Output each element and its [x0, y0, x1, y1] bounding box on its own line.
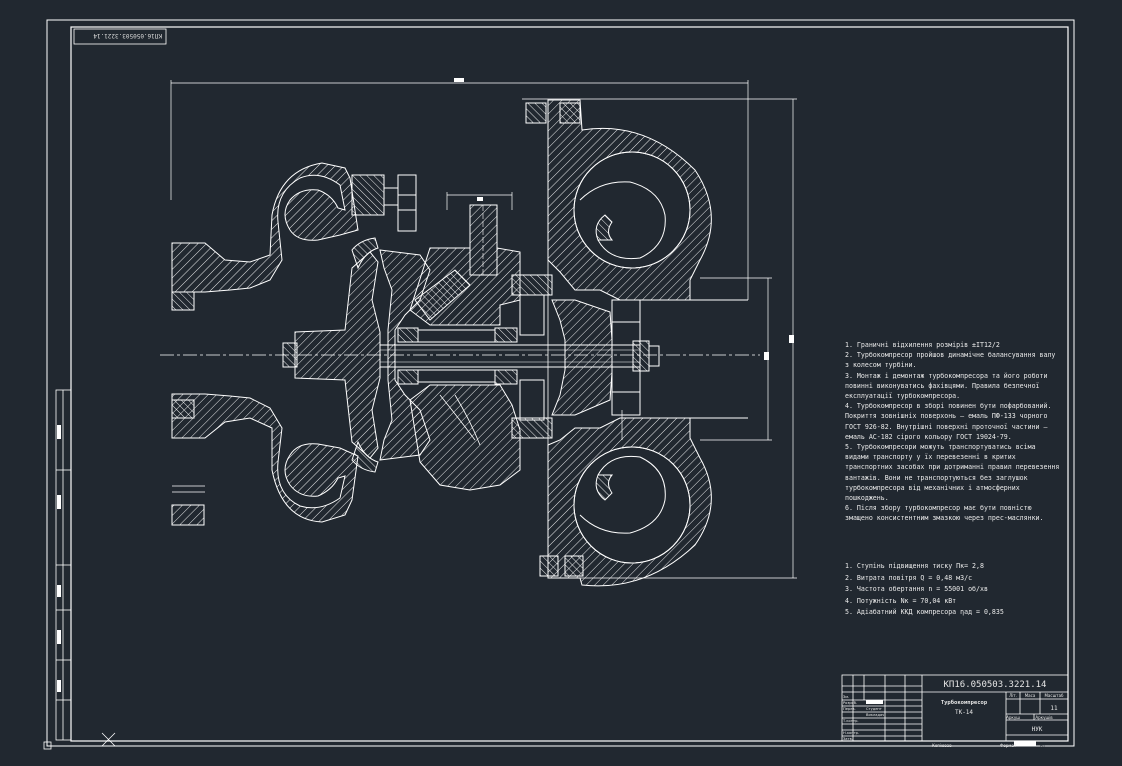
note-item: 2. Турбокомпресор пройшов динамічне бала…	[845, 351, 1056, 370]
turbine-volute-lower	[573, 446, 691, 564]
inlet-flange-bottom	[171, 399, 195, 419]
col-scale: Масштаб	[1044, 693, 1064, 698]
turbocharger-section	[160, 78, 797, 587]
note-item: 3. Монтаж і демонтаж турбокомпресора та …	[845, 371, 1048, 401]
shaft-nut	[632, 340, 650, 372]
bearing-right-top	[494, 327, 518, 343]
row-role: Зм.	[843, 695, 849, 699]
compressor-housing-upper	[171, 162, 359, 293]
format-bar	[1014, 741, 1036, 746]
bearing-left-top	[397, 327, 419, 343]
note-item: 4. Турбокомпресор в зборі повинен бути п…	[845, 402, 1052, 441]
doc-code: КП16.050503.3221.14	[944, 680, 1047, 690]
turbine-volute-upper	[573, 151, 691, 269]
shaft-dimension-label	[477, 197, 483, 201]
bearing-housing-lower	[409, 384, 521, 491]
wheel-nut	[282, 342, 298, 368]
stamp-code: КП16.050503.3221.14	[93, 32, 162, 39]
col-sheets: Аркушів	[1035, 715, 1053, 720]
right-dimension-label-1	[789, 335, 794, 343]
row-role: Розроб.	[843, 701, 857, 705]
bearing-left-bottom	[397, 369, 419, 385]
row-role: Т.контр.	[842, 719, 859, 723]
flange-bolt-bottom	[539, 555, 559, 577]
row-role: Перев.	[843, 707, 856, 711]
copied-label: Копіював	[932, 743, 952, 748]
turbine-wheel	[551, 299, 613, 416]
format-label: Формат	[1000, 743, 1017, 748]
seal-top	[511, 274, 553, 296]
left-margin-labels	[57, 425, 61, 692]
col-mass: Маса	[1025, 693, 1036, 698]
col-lit: Літ.	[1009, 693, 1017, 698]
seal-bottom	[511, 417, 553, 439]
format-value: А1	[1040, 743, 1046, 748]
note-item: 1. Граничні відхилення розмірів ±IT12/2	[845, 341, 1000, 349]
compressor-housing-lower	[171, 393, 359, 523]
top-dimension-label	[454, 78, 464, 82]
compressor-wheel	[294, 251, 381, 459]
row-role: Н.контр.	[843, 731, 859, 735]
technical-notes: 1. Граничні відхилення розмірів ±IT12/2 …	[845, 340, 1060, 524]
flange-bolt-top	[525, 102, 547, 124]
spec-item: 3. Частота обертання n = 55001 об/хв	[845, 585, 988, 594]
right-dimension-label-2	[764, 352, 769, 360]
row-name: Викладач	[866, 713, 884, 717]
bearing-right-bottom	[494, 369, 518, 385]
spec-item: 4. Потужність Nк = 70,04 кВт	[845, 596, 957, 605]
col-sheet: Аркуш	[1006, 715, 1020, 720]
note-item: 5. Турбокомпресори можуть транспортувати…	[845, 443, 1060, 503]
spec-item: 1. Ступінь підвищення тиску Пк= 2,8	[845, 562, 984, 570]
title-block-highlight	[866, 700, 883, 704]
origin-cross-icon	[101, 732, 116, 747]
organization: НУК	[1032, 726, 1043, 733]
spec-item: 2. Витрата повітря Q = 0,48 м3/с	[845, 573, 973, 582]
sheet-count: 11	[1050, 705, 1058, 712]
row-role: Затв.	[843, 737, 853, 741]
technical-specs: 1. Ступінь підвищення тиску Пк= 2,8 2. В…	[845, 561, 1045, 619]
volute-bolt-upper	[351, 174, 385, 216]
product-name: Турбокомпресор	[941, 699, 988, 706]
inlet-flange-top	[171, 291, 195, 311]
outlet-flange-bottom	[171, 504, 205, 526]
row-name: Студент	[866, 707, 882, 711]
product-model: ТК-14	[955, 709, 973, 716]
spec-item: 5. Адіабатний ККД компресора ηад = 0,835	[845, 608, 1004, 617]
note-item: 6. Після збору турбокомпресор має бути п…	[845, 504, 1044, 523]
